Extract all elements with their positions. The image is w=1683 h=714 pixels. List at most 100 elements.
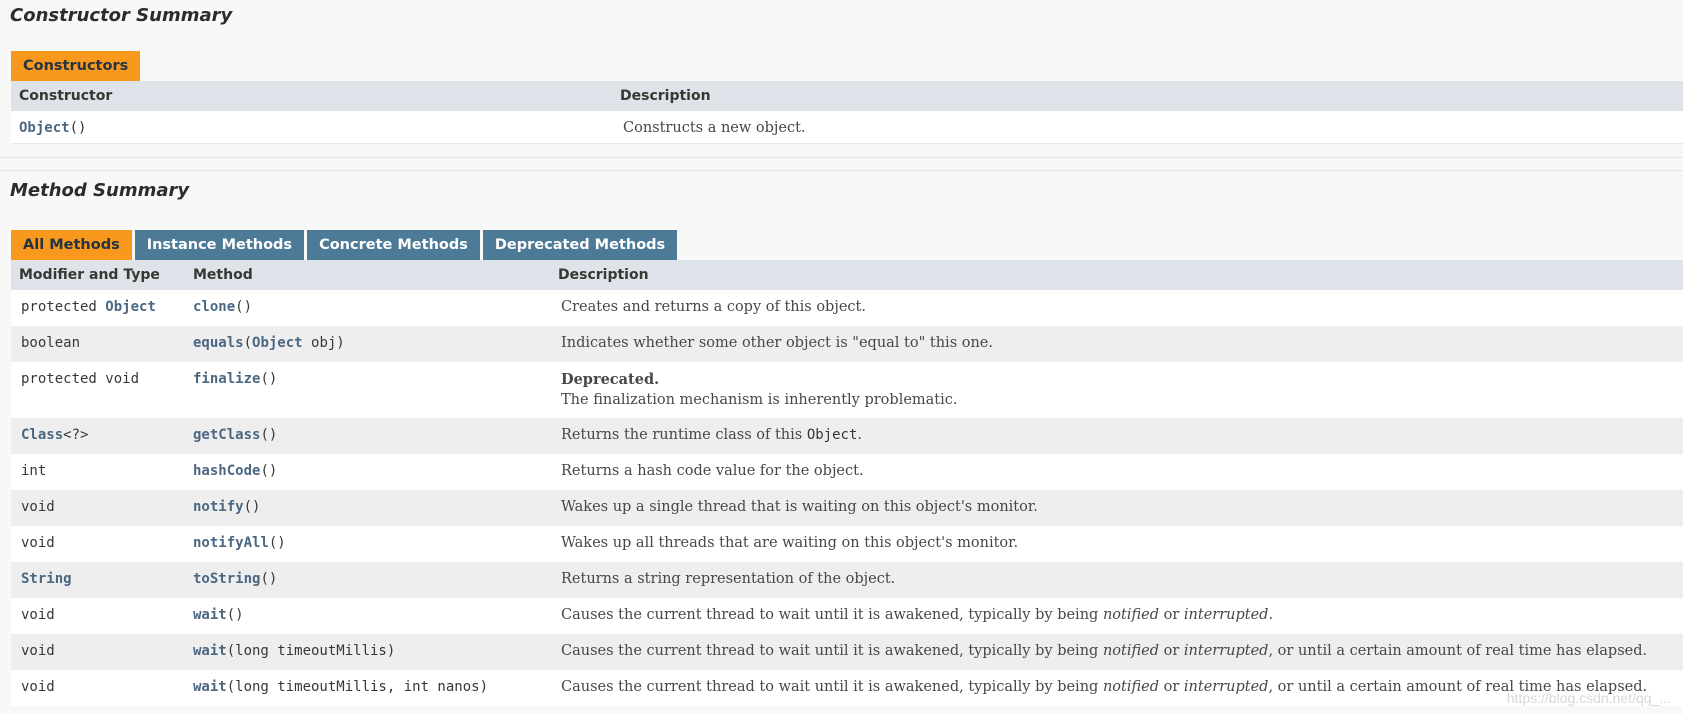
desc-text: or: [1159, 643, 1184, 659]
method-params: (): [260, 371, 278, 387]
method-cell: wait(): [193, 607, 244, 623]
method-link-wait-timeout-nanos[interactable]: wait: [193, 679, 227, 695]
constructor-summary-title: Constructor Summary: [10, 5, 233, 26]
table-row: Class<?> getClass() Returns the runtime …: [11, 418, 1683, 454]
method-description: Returns the runtime class of this Object…: [561, 427, 862, 443]
modifier-cell: String: [21, 571, 72, 587]
modifier-text: protected: [21, 299, 106, 315]
desc-text: Causes the current thread to wait until …: [561, 643, 1103, 659]
constructor-tabs: Constructors: [11, 51, 141, 81]
method-description: Returns a hash code value for the object…: [561, 463, 864, 479]
table-row: Object() Constructs a new object.: [11, 111, 1683, 144]
method-link-equals[interactable]: equals: [193, 335, 244, 351]
method-params: (): [260, 427, 278, 443]
table-row: void wait(long timeoutMillis) Causes the…: [11, 634, 1683, 670]
method-link-tostring[interactable]: toString: [193, 571, 260, 587]
header-description: Description: [620, 88, 711, 104]
constructor-signature: Object(): [19, 120, 86, 136]
method-cell: finalize(): [193, 371, 277, 387]
desc-italic: notified: [1102, 643, 1160, 659]
method-cell: clone(): [193, 299, 252, 315]
modifier-text: <?>: [63, 427, 89, 443]
method-cell: notifyAll(): [193, 535, 286, 551]
method-cell: toString(): [193, 571, 277, 587]
type-link-class[interactable]: Class: [21, 427, 63, 443]
method-description: Indicates whether some other object is "…: [561, 335, 993, 351]
tab-constructors[interactable]: Constructors: [11, 51, 141, 81]
constructor-params: (): [69, 120, 87, 136]
method-cell: equals(Object obj): [193, 335, 345, 351]
type-link-object[interactable]: Object: [105, 299, 156, 315]
deprecated-note: The finalization mechanism is inherently…: [561, 392, 958, 408]
desc-text: .: [1268, 607, 1274, 623]
method-params: (): [243, 499, 261, 515]
table-row: int hashCode() Returns a hash code value…: [11, 454, 1683, 490]
method-description: Deprecated. The finalization mechanism i…: [561, 370, 958, 410]
method-cell: wait(long timeoutMillis, int nanos): [193, 679, 488, 695]
method-description: Causes the current thread to wait until …: [561, 643, 1647, 659]
modifier-cell: protected void: [21, 371, 140, 387]
tab-instance-methods[interactable]: Instance Methods: [134, 230, 305, 260]
table-row: void wait() Causes the current thread to…: [11, 598, 1683, 634]
tab-deprecated-methods[interactable]: Deprecated Methods: [482, 230, 678, 260]
table-row: void notifyAll() Wakes up all threads th…: [11, 526, 1683, 562]
desc-italic: interrupted: [1183, 607, 1269, 623]
constructor-link-object[interactable]: Object: [19, 120, 70, 136]
method-description: Creates and returns a copy of this objec…: [561, 299, 866, 315]
constructor-table-header: Constructor Description: [11, 81, 1683, 111]
method-params: (long timeoutMillis, int nanos): [226, 679, 489, 695]
desc-text: , or until a certain amount of real time…: [1268, 643, 1648, 659]
method-table-header: Modifier and Type Method Description: [11, 260, 1683, 290]
desc-text: .: [857, 427, 862, 443]
method-description: Wakes up all threads that are waiting on…: [561, 535, 1019, 551]
method-cell: getClass(): [193, 427, 277, 443]
desc-text: or: [1159, 607, 1184, 623]
method-link-notify[interactable]: notify: [193, 499, 244, 515]
header-modifier: Modifier and Type: [19, 267, 160, 283]
tab-all-methods[interactable]: All Methods: [11, 230, 132, 260]
desc-italic: notified: [1102, 679, 1160, 695]
method-link-wait[interactable]: wait: [193, 607, 227, 623]
table-row: String toString() Returns a string repre…: [11, 562, 1683, 598]
table-row: void notify() Wakes up a single thread t…: [11, 490, 1683, 526]
method-link-finalize[interactable]: finalize: [193, 371, 260, 387]
deprecated-label: Deprecated.: [561, 371, 660, 388]
desc-italic: interrupted: [1183, 679, 1269, 695]
desc-italic: notified: [1102, 607, 1160, 623]
method-params: (): [226, 607, 244, 623]
desc-text: or: [1159, 679, 1184, 695]
desc-code: Object: [806, 427, 858, 443]
method-params: (): [235, 299, 253, 315]
tab-concrete-methods[interactable]: Concrete Methods: [307, 230, 480, 260]
method-link-getclass[interactable]: getClass: [193, 427, 260, 443]
method-cell: wait(long timeoutMillis): [193, 643, 395, 659]
section-divider: [0, 170, 1683, 171]
method-link-clone[interactable]: clone: [193, 299, 235, 315]
constructor-description: Constructs a new object.: [623, 120, 806, 136]
method-cell: notify(): [193, 499, 260, 515]
modifier-cell: int: [21, 463, 47, 479]
modifier-cell: void: [21, 535, 55, 551]
param-type-link-object[interactable]: Object: [252, 335, 303, 351]
constructor-table: Constructor Description Object() Constru…: [11, 81, 1683, 144]
method-link-hashcode[interactable]: hashCode: [193, 463, 260, 479]
method-link-wait-timeout[interactable]: wait: [193, 643, 227, 659]
method-table: Modifier and Type Method Description pro…: [11, 260, 1683, 706]
table-row: protected void finalize() Deprecated. Th…: [11, 362, 1683, 418]
table-row: protected Object clone() Creates and ret…: [11, 290, 1683, 326]
desc-text: Causes the current thread to wait until …: [561, 679, 1103, 695]
header-method: Method: [193, 267, 253, 283]
method-description: Wakes up a single thread that is waiting…: [561, 499, 1038, 515]
method-link-notifyall[interactable]: notifyAll: [193, 535, 269, 551]
modifier-cell: protected Object: [21, 299, 156, 315]
type-link-string[interactable]: String: [21, 571, 72, 587]
method-description: Returns a string representation of the o…: [561, 571, 896, 587]
modifier-cell: boolean: [21, 335, 81, 351]
method-params: (: [243, 335, 253, 351]
modifier-cell: void: [21, 607, 55, 623]
table-row: void wait(long timeoutMillis, int nanos)…: [11, 670, 1683, 706]
modifier-cell: void: [21, 499, 55, 515]
header-description: Description: [558, 267, 649, 283]
method-params: obj): [302, 335, 345, 351]
method-params: (): [268, 535, 286, 551]
